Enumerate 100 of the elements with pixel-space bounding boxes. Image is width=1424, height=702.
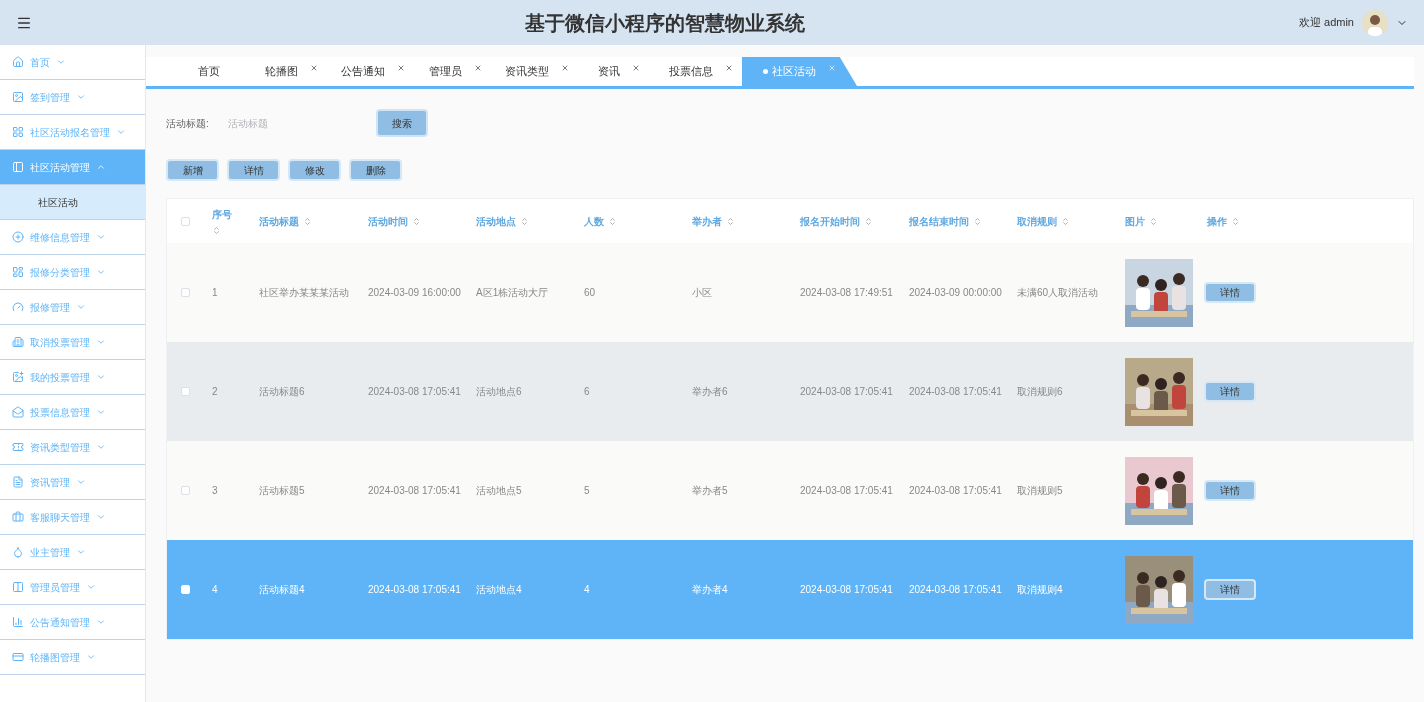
sort-icon[interactable] bbox=[1149, 216, 1158, 226]
column-header[interactable]: 图片 bbox=[1125, 213, 1145, 229]
caret-icon bbox=[116, 127, 126, 137]
table-cell-text: 3 bbox=[211, 484, 219, 498]
caret-icon bbox=[76, 92, 86, 102]
sort-icon[interactable] bbox=[212, 226, 221, 235]
tab[interactable]: 资讯类型 bbox=[496, 57, 578, 86]
table-cell-text: 2024-03-09 00:00:00 bbox=[908, 286, 1003, 300]
sidebar-subitem[interactable]: 社区活动 bbox=[0, 185, 145, 220]
detail-button[interactable]: 详情 bbox=[1204, 480, 1256, 501]
checkbox[interactable] bbox=[180, 387, 190, 396]
table-cell-text: 取消规则4 bbox=[1016, 583, 1064, 597]
table-cell-text: 社区举办某某某活动 bbox=[258, 286, 350, 300]
checkbox[interactable] bbox=[180, 288, 190, 297]
table-cell-text: 未满60人取消活动 bbox=[1016, 286, 1100, 300]
tab[interactable]: 资讯 bbox=[578, 57, 660, 86]
close-icon[interactable] bbox=[725, 63, 733, 72]
menu-item-icon bbox=[12, 441, 24, 453]
menu-item-icon bbox=[12, 581, 24, 593]
column-header[interactable]: 举办者 bbox=[692, 213, 722, 229]
column-header[interactable]: 序号 bbox=[212, 207, 232, 222]
checkbox[interactable] bbox=[180, 216, 190, 226]
table-cell-text: 活动地点4 bbox=[475, 583, 523, 597]
sort-icon[interactable] bbox=[412, 216, 421, 226]
sort-icon[interactable] bbox=[726, 216, 735, 226]
column-header[interactable]: 人数 bbox=[584, 213, 604, 229]
table-cell-text: 活动标题5 bbox=[258, 484, 306, 498]
table-cell-text: 活动地点6 bbox=[475, 385, 523, 399]
tab[interactable]: 投票信息 bbox=[660, 57, 742, 86]
column-header[interactable]: 活动时间 bbox=[368, 213, 408, 229]
tab[interactable]: 社区活动 bbox=[742, 57, 857, 86]
menu-item-icon bbox=[12, 336, 24, 348]
sort-icon[interactable] bbox=[1061, 216, 1070, 226]
sort-icon[interactable] bbox=[303, 216, 312, 226]
sidebar-item[interactable]: 社区活动管理 bbox=[0, 150, 145, 185]
caret-icon bbox=[56, 57, 66, 67]
close-icon[interactable] bbox=[397, 63, 405, 72]
sort-icon[interactable] bbox=[520, 216, 529, 226]
tab[interactable]: 管理员 bbox=[414, 57, 496, 86]
sort-icon[interactable] bbox=[864, 216, 873, 226]
table-row[interactable]: 1 社区举办某某某活动 2024-03-09 16:00:00 A区1栋活动大厅 60 小区 2024-03-08 17:49:51 2024-03-09 00:00:00 未满60人取消活动 详情 bbox=[167, 243, 1413, 342]
tab[interactable]: 轮播图 bbox=[250, 57, 332, 86]
user-avatar[interactable] bbox=[1362, 9, 1388, 36]
menu-item-icon bbox=[12, 651, 24, 663]
caret-icon bbox=[96, 267, 106, 277]
detail-button[interactable]: 详情 bbox=[1204, 579, 1256, 600]
sort-icon[interactable] bbox=[973, 216, 982, 226]
table-cell-text: 2024-03-08 17:05:41 bbox=[799, 484, 894, 498]
search-button[interactable]: 搜索 bbox=[376, 109, 428, 137]
menu-item-icon bbox=[12, 371, 24, 383]
table-cell-text: 活动地点5 bbox=[475, 484, 523, 498]
action-button[interactable]: 删除 bbox=[349, 159, 402, 181]
table-cell-text: 4 bbox=[583, 583, 591, 597]
menu-item-icon bbox=[12, 301, 24, 313]
menu-item-icon bbox=[12, 476, 24, 488]
menu-item-icon bbox=[12, 616, 24, 628]
table-cell-text: 2024-03-08 17:05:41 bbox=[367, 583, 462, 597]
caret-icon bbox=[96, 617, 106, 627]
action-button[interactable]: 新增 bbox=[166, 159, 219, 181]
column-header[interactable]: 操作 bbox=[1207, 213, 1227, 229]
column-header[interactable]: 报名开始时间 bbox=[800, 213, 860, 229]
menu-item-icon bbox=[12, 126, 24, 138]
column-header[interactable]: 活动标题 bbox=[259, 213, 299, 229]
checkbox[interactable] bbox=[180, 486, 190, 495]
table-cell-text: 活动标题6 bbox=[258, 385, 306, 399]
tab[interactable]: 公告通知 bbox=[332, 57, 414, 86]
caret-icon bbox=[96, 442, 106, 452]
table-cell-text: 2024-03-08 17:05:41 bbox=[799, 385, 894, 399]
table-row[interactable]: 2 活动标题6 2024-03-08 17:05:41 活动地点6 6 举办者6 2024-03-08 17:05:41 2024-03-08 17:05:41 取消规则6 详情 bbox=[167, 342, 1413, 441]
column-header[interactable]: 报名结束时间 bbox=[909, 213, 969, 229]
action-button[interactable]: 详情 bbox=[227, 159, 280, 181]
table-cell-text: 2024-03-08 17:05:41 bbox=[908, 583, 1003, 597]
table-cell-text: 活动标题4 bbox=[258, 583, 306, 597]
search-field[interactable]: 活动标题 bbox=[228, 110, 376, 136]
welcome-text: 欢迎 admin bbox=[1298, 15, 1354, 31]
table-cell-text: 小区 bbox=[691, 286, 713, 300]
table-row[interactable]: 3 活动标题5 2024-03-08 17:05:41 活动地点5 5 举办者5 2024-03-08 17:05:41 2024-03-08 17:05:41 取消规则5 详情 bbox=[167, 441, 1413, 540]
table-cell-text: 6 bbox=[583, 385, 591, 399]
table-cell-text: 2024-03-08 17:05:41 bbox=[367, 385, 462, 399]
table-row[interactable]: 4 活动标题4 2024-03-08 17:05:41 活动地点4 4 举办者4 2024-03-08 17:05:41 2024-03-08 17:05:41 取消规则4 详情 bbox=[167, 540, 1413, 639]
sort-icon[interactable] bbox=[608, 216, 617, 226]
menu-item-icon bbox=[12, 546, 24, 558]
close-icon[interactable] bbox=[561, 63, 569, 72]
close-icon[interactable] bbox=[632, 63, 640, 72]
caret-icon bbox=[96, 232, 106, 242]
menu-item-icon bbox=[12, 511, 24, 523]
tab[interactable]: 首页 bbox=[168, 57, 250, 86]
table-cell-text: A区1栋活动大厅 bbox=[475, 286, 550, 300]
detail-button[interactable]: 详情 bbox=[1204, 282, 1256, 303]
detail-button[interactable]: 详情 bbox=[1204, 381, 1256, 402]
column-header[interactable]: 活动地点 bbox=[476, 213, 516, 229]
close-icon[interactable] bbox=[473, 63, 482, 72]
table-cell-text: 举办者4 bbox=[691, 583, 729, 597]
close-icon[interactable] bbox=[309, 63, 318, 72]
table-cell-text: 5 bbox=[583, 484, 591, 498]
column-header[interactable]: 取消规则 bbox=[1017, 213, 1057, 229]
caret-icon bbox=[96, 372, 106, 382]
sort-icon[interactable] bbox=[1231, 216, 1240, 226]
table-cell-text: 60 bbox=[583, 286, 597, 300]
action-button[interactable]: 修改 bbox=[288, 159, 341, 181]
